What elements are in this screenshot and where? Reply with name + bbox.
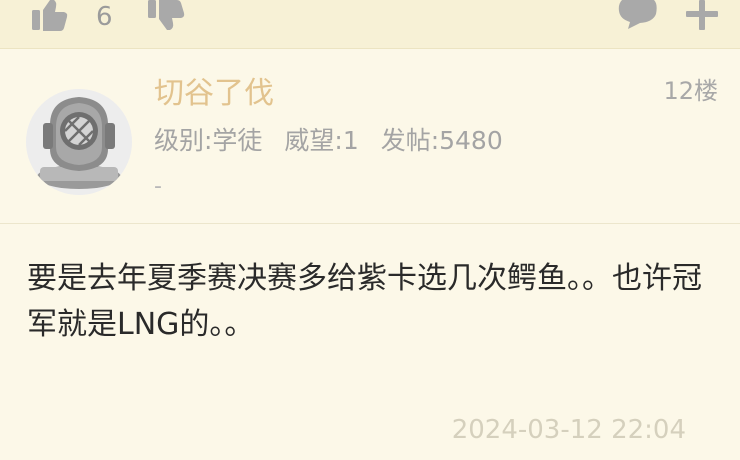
username[interactable]: 切谷了伐 <box>154 76 274 112</box>
user-post-count: 发帖:5480 <box>380 126 503 155</box>
user-signature: - <box>154 174 162 199</box>
thumbs-down-icon[interactable] <box>148 0 186 30</box>
user-stats: 级别:学徒 威望:1 发帖:5480 <box>154 125 517 157</box>
avatar[interactable] <box>26 89 132 195</box>
thumbs-up-icon[interactable] <box>32 0 68 32</box>
floor-number: 12楼 <box>663 77 718 105</box>
post-content: 要是去年夏季赛决赛多给紫卡选几次鳄鱼。。也许冠军就是LNG的。。 <box>27 261 702 342</box>
like-count: 6 <box>96 2 113 32</box>
comment-icon[interactable] <box>618 0 658 30</box>
post-action-bar: 6 <box>0 0 740 49</box>
diving-helmet-icon <box>26 89 132 195</box>
user-level: 级别:学徒 <box>154 126 263 155</box>
plus-icon[interactable] <box>684 0 720 32</box>
post-timestamp: 2024-03-12 22:04 <box>451 415 686 445</box>
divider <box>0 223 740 224</box>
user-prestige: 威望:1 <box>284 126 359 155</box>
